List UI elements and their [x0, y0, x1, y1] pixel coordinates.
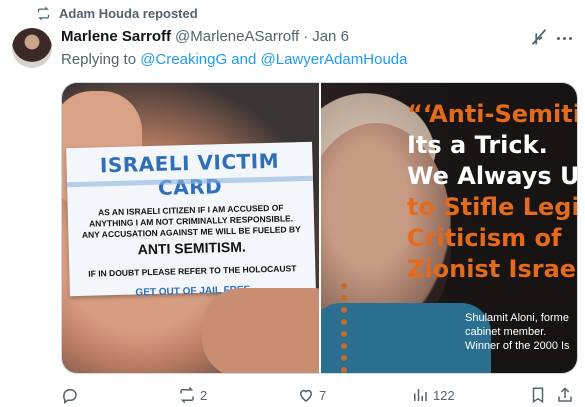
like-button[interactable]: 7: [297, 386, 326, 404]
views-icon: [414, 389, 427, 401]
tweet-date[interactable]: Jan 6: [312, 28, 349, 45]
bookmark-icon: [532, 387, 544, 404]
image-caption: Shulamit Aloni, forme cabinet member. Wi…: [465, 311, 570, 353]
author-handle[interactable]: @MarleneASarroff: [175, 28, 299, 45]
quote-line2: Its a Trick.: [407, 131, 548, 159]
quote-line3: We Always Us: [407, 162, 577, 190]
caption-line3: Winner of the 2000 Is: [465, 340, 570, 352]
repost-text: Adam Houda reposted: [59, 6, 198, 21]
repost-indicator[interactable]: Adam Houda reposted: [36, 6, 198, 21]
tweet-media[interactable]: ISRAELI VICTIM CARD AS AN ISRAELI CITIZE…: [61, 82, 578, 374]
quote-line6: Zionist Israel: [407, 255, 577, 283]
like-count: 7: [319, 387, 327, 403]
quote-text: “‘Anti-Semitic Its a Trick. We Always Us…: [407, 99, 577, 285]
action-bar: 2 7 122: [0, 386, 585, 406]
grok-icon[interactable]: [528, 26, 550, 48]
repost-count: 2: [200, 387, 208, 403]
beads-shape: [341, 283, 351, 373]
share-icon: [558, 387, 572, 402]
views-button[interactable]: 122: [411, 386, 455, 404]
quote-line1: “‘Anti-Semitic: [407, 100, 577, 128]
author-name[interactable]: Marlene Sarroff: [61, 28, 171, 45]
share-button[interactable]: [556, 386, 574, 404]
victim-card-image[interactable]: ISRAELI VICTIM CARD AS AN ISRAELI CITIZE…: [62, 83, 319, 373]
repost-button[interactable]: 2: [178, 386, 207, 404]
bookmark-button[interactable]: [529, 386, 547, 404]
reply-button[interactable]: [61, 386, 83, 404]
repost-icon: [37, 6, 50, 21]
tweet-header: Marlene Sarroff @MarleneASarroff · Jan 6: [61, 28, 349, 45]
victim-card: ISRAELI VICTIM CARD AS AN ISRAELI CITIZE…: [66, 141, 316, 298]
reply-icon: [63, 389, 77, 404]
caption-line1: Shulamit Aloni, forme: [465, 312, 569, 324]
quote-line5: Criticism of: [407, 224, 562, 252]
replying-to: Replying to @CreakingG and @LawyerAdamHo…: [61, 51, 407, 68]
aloni-quote-image[interactable]: “‘Anti-Semitic Its a Trick. We Always Us…: [321, 83, 577, 373]
caption-line2: cabinet member.: [465, 326, 547, 338]
card-title: ISRAELI VICTIM CARD: [99, 148, 280, 200]
views-count: 122: [433, 387, 455, 403]
replying-prefix: Replying to: [61, 51, 137, 68]
card-line4: IF IN DOUBT PLEASE REFER TO THE HOLOCAUS…: [88, 263, 297, 279]
repost-action-icon: [180, 386, 194, 404]
fingers-shape: [202, 288, 319, 373]
quote-line4: to Stifle Legit: [407, 193, 577, 221]
heart-icon: [299, 389, 313, 402]
replying-to-link[interactable]: @CreakingG and @LawyerAdamHouda: [140, 51, 407, 68]
separator: ·: [303, 28, 309, 45]
avatar[interactable]: [12, 28, 52, 68]
more-options-icon[interactable]: [553, 29, 575, 47]
